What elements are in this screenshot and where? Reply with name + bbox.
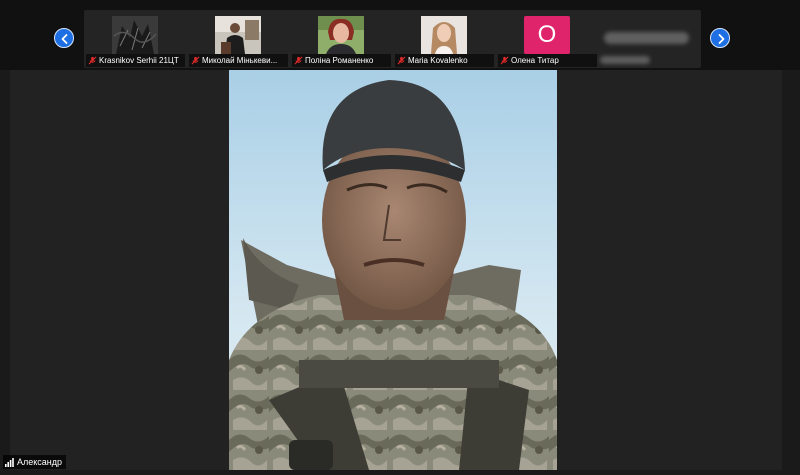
participant-nameplate: Олена Титар <box>498 54 597 67</box>
previous-page-button[interactable] <box>54 28 74 48</box>
participant-tile[interactable]: Maria Kovalenko <box>393 10 496 68</box>
participant-avatar: О <box>524 16 570 54</box>
active-speaker-name: Александр <box>17 457 63 467</box>
participant-thumbnails: Krasnikov Serhii 21ЦТ Миколай Мінькеви..… <box>84 10 701 68</box>
participant-name: Krasnikov Serhii 21ЦТ <box>99 56 179 65</box>
participant-tile[interactable]: Миколай Мінькеви... <box>187 10 290 68</box>
participant-name: Миколай Мінькеви... <box>202 56 278 65</box>
active-speaker-label: Александр <box>3 455 67 469</box>
participant-nameplate: Maria Kovalenko <box>395 54 494 67</box>
participant-name: Олена Титар <box>511 56 559 65</box>
participant-video-thumbnail <box>112 16 158 54</box>
participant-nameplate-blurred <box>600 56 650 64</box>
participant-name: Поліна Романенко <box>305 56 374 65</box>
next-page-button[interactable] <box>710 28 730 48</box>
mic-muted-icon <box>191 56 200 65</box>
participant-nameplate: Krasnikov Serhii 21ЦТ <box>86 54 185 67</box>
chevron-right-icon <box>718 34 725 44</box>
participant-nameplate: Миколай Мінькеви... <box>189 54 288 67</box>
participant-nameplate: Поліна Романенко <box>292 54 391 67</box>
participant-strip-bar: Krasnikov Serhii 21ЦТ Миколай Мінькеви..… <box>0 0 800 70</box>
chevron-left-icon <box>61 34 68 44</box>
mic-muted-icon <box>500 56 509 65</box>
mic-muted-icon <box>88 56 97 65</box>
participant-tile[interactable]: О Олена Титар <box>496 10 599 68</box>
participant-tile[interactable]: Поліна Романенко <box>290 10 393 68</box>
signal-strength-icon <box>5 457 14 467</box>
participant-tile[interactable]: Krasnikov Serhii 21ЦТ <box>84 10 187 68</box>
participant-video-thumbnail <box>215 16 261 54</box>
mic-muted-icon <box>294 56 303 65</box>
mic-muted-icon <box>397 56 406 65</box>
participant-tile-blurred[interactable] <box>604 32 689 44</box>
participant-video-thumbnail <box>318 16 364 54</box>
participant-name: Maria Kovalenko <box>408 56 468 65</box>
active-speaker-video[interactable] <box>229 70 557 470</box>
participant-video-thumbnail <box>421 16 467 54</box>
